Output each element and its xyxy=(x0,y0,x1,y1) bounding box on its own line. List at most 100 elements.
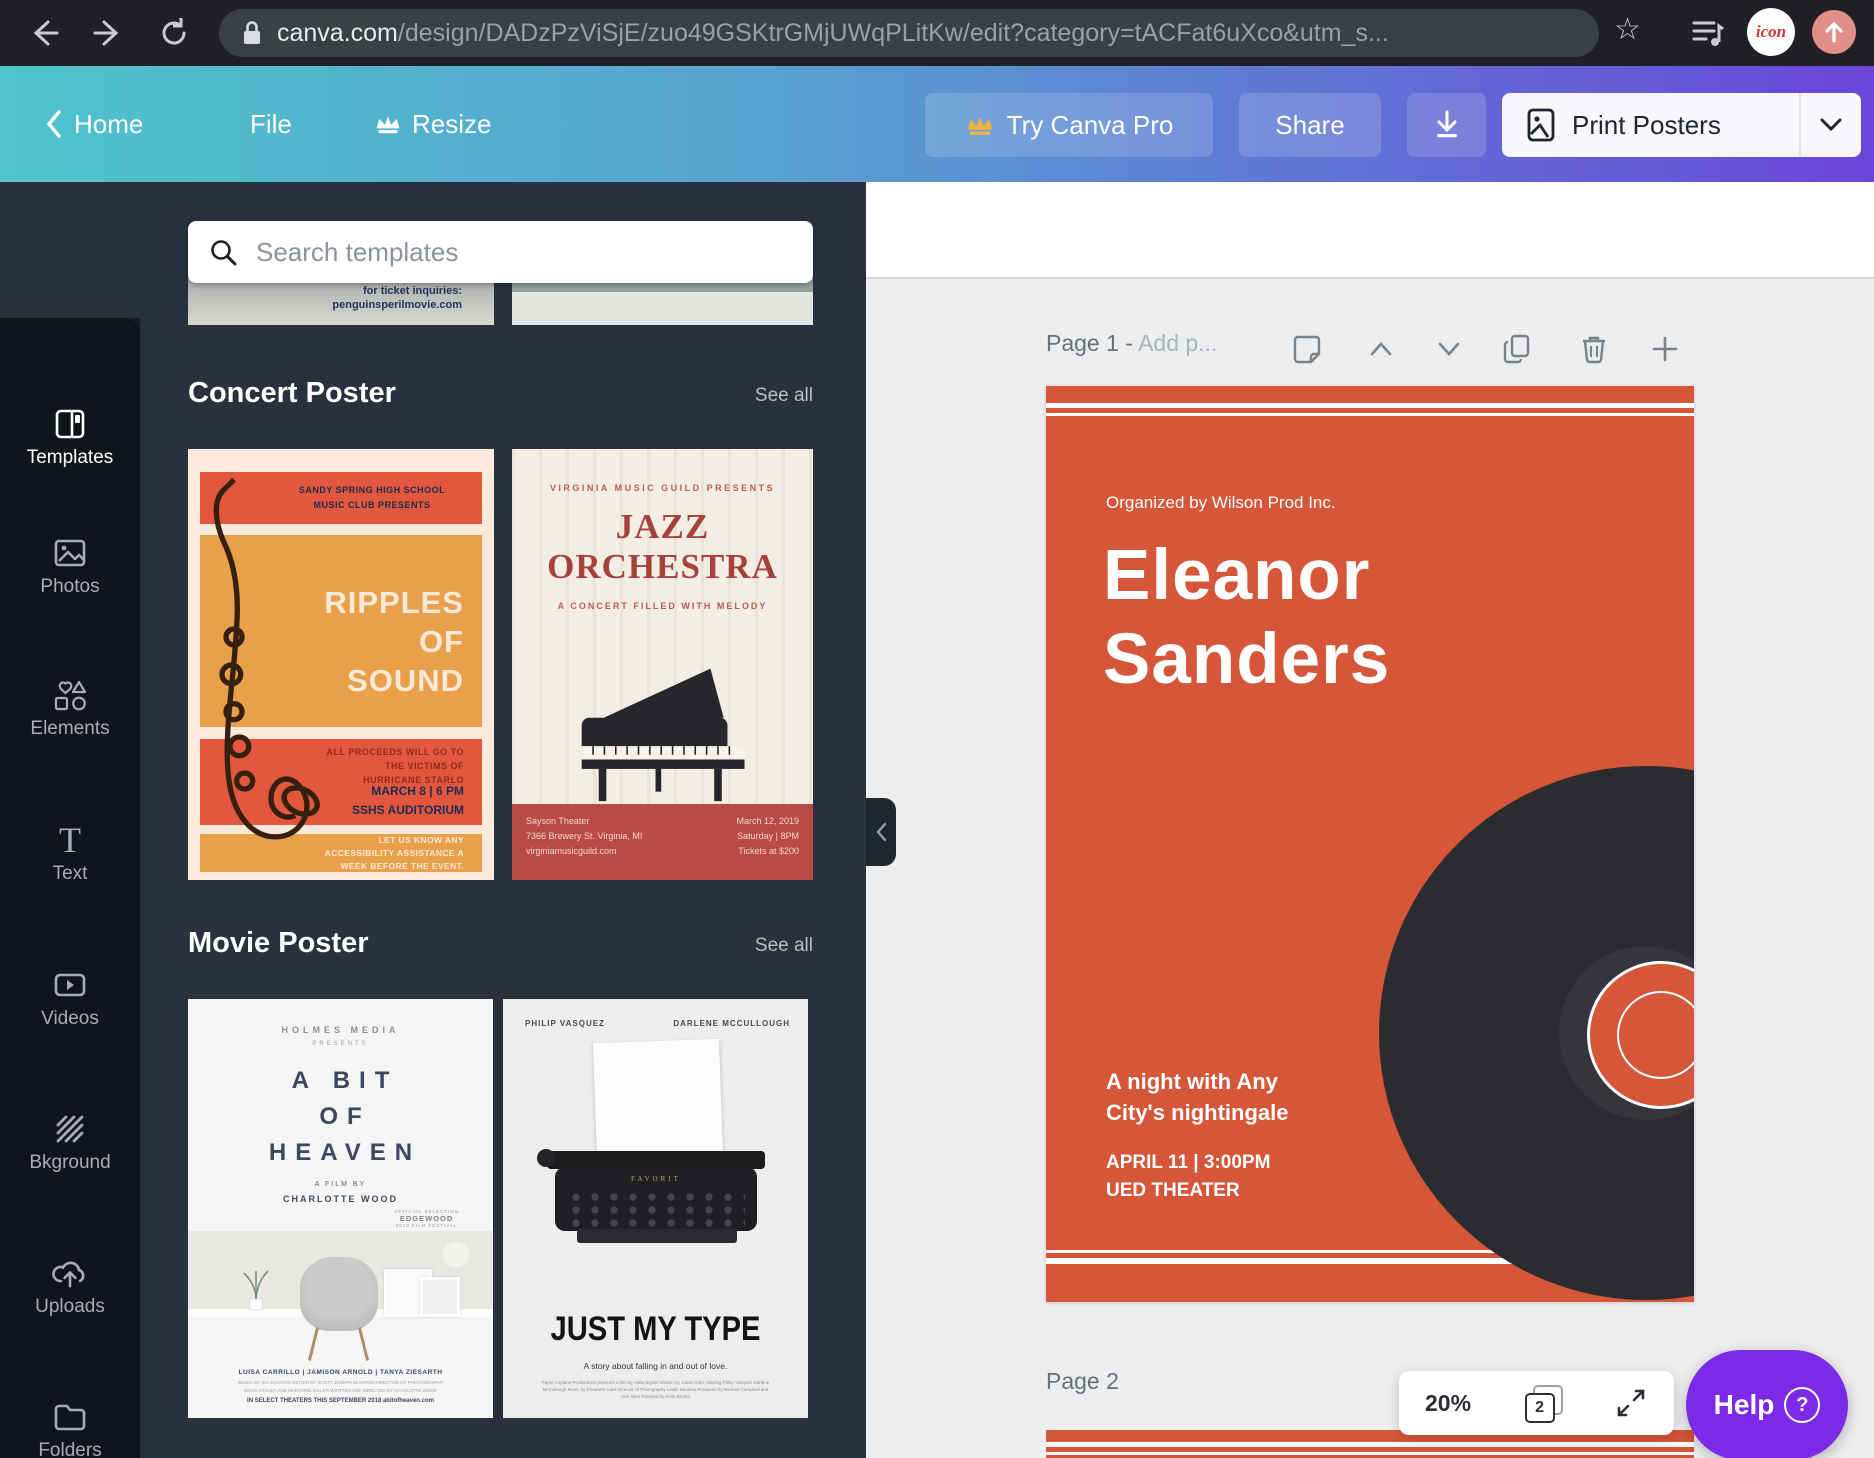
poster-line xyxy=(1046,413,1694,416)
folders-icon xyxy=(0,1398,140,1436)
back-icon[interactable] xyxy=(24,14,62,52)
reload-icon[interactable] xyxy=(155,14,193,52)
move-page-up-icon[interactable] xyxy=(1364,332,1398,366)
type-credits: Paper Airplane Productions presents a fi… xyxy=(539,1379,772,1400)
lock-icon xyxy=(241,19,263,47)
chevron-down-icon[interactable] xyxy=(1819,117,1843,133)
poster-sub-line2: City's nightingale xyxy=(1106,1097,1288,1128)
try-canva-pro-button[interactable]: Try Canva Pro xyxy=(925,93,1213,157)
jazz-tagline: A CONCERT FILLED WITH MELODY xyxy=(512,601,813,611)
page1-header: Page 1 - Add p... xyxy=(1046,330,1217,357)
poster-date: APRIL 11 | 3:00PM xyxy=(1106,1149,1270,1177)
sidebar-item-templates[interactable]: Templates xyxy=(0,405,140,475)
piano-illustration xyxy=(560,661,770,803)
rail-label: Videos xyxy=(0,1008,140,1030)
profile-avatar[interactable]: icon xyxy=(1747,8,1795,56)
heaven-laurel-badge: OFFICIAL SELECTION EDGEWOOD 2018 FILM FE… xyxy=(394,1209,459,1228)
playlist-extension-icon[interactable] xyxy=(1688,14,1728,52)
sidebar-item-elements[interactable]: Elements xyxy=(0,676,140,746)
template-a-bit-of-heaven[interactable]: HOLMES MEDIA PRESENTS A BIT OF HEAVEN A … xyxy=(188,999,493,1418)
print-posters-button[interactable]: Print Posters xyxy=(1502,93,1861,157)
plant-sprig xyxy=(236,1265,276,1311)
page1-title-placeholder[interactable]: Add p... xyxy=(1138,330,1217,356)
page-manager-icon[interactable]: 2 xyxy=(1523,1383,1563,1423)
type-actor-2: DARLENE MCCULLOUGH xyxy=(673,1019,790,1028)
sidebar-item-background[interactable]: Bkground xyxy=(0,1110,140,1180)
canva-editor-screen: canva.com/design/DADzPzViSjE/zuo49GSKtrG… xyxy=(0,0,1874,1458)
zoom-level[interactable]: 20% xyxy=(1425,1390,1471,1417)
poster-name-line1: Eleanor xyxy=(1103,534,1390,618)
rail-label: Folders xyxy=(0,1440,140,1458)
text-icon: T xyxy=(0,821,140,859)
rail-label: Templates xyxy=(0,447,140,469)
section-title-movie: Movie Poster xyxy=(188,927,369,960)
poster-venue: UED THEATER xyxy=(1106,1177,1270,1205)
view-controls: 20% 2 xyxy=(1399,1371,1674,1435)
page-notes-icon[interactable] xyxy=(1290,332,1324,366)
forward-icon[interactable] xyxy=(90,14,128,52)
heaven-director: CHARLOTTE WOOD xyxy=(188,1194,493,1204)
sidebar-item-videos[interactable]: Videos xyxy=(0,966,140,1036)
object-panel-rail: Templates Photos Elements T Text Videos … xyxy=(0,182,140,1458)
rail-label: Elements xyxy=(0,718,140,740)
move-page-down-icon[interactable] xyxy=(1432,332,1466,366)
chair-shell xyxy=(300,1257,378,1331)
see-all-concert[interactable]: See all xyxy=(755,385,813,407)
browser-update-icon[interactable] xyxy=(1812,10,1856,54)
avatar-text: icon xyxy=(1756,22,1786,42)
fullscreen-icon[interactable] xyxy=(1614,1386,1648,1420)
search-input[interactable] xyxy=(254,236,793,269)
canvas-toolbar-strip xyxy=(866,182,1874,279)
delete-page-icon[interactable] xyxy=(1577,332,1611,366)
heaven-title-2: OF xyxy=(197,1103,493,1131)
resize-menu[interactable]: Resize xyxy=(374,66,491,182)
url-bar[interactable]: canva.com/design/DADzPzViSjE/zuo49GSKtrG… xyxy=(219,9,1599,57)
template-just-my-type[interactable]: PHILIP VASQUEZ DARLENE MCCULLOUGH FAVORI… xyxy=(503,999,808,1418)
download-button[interactable] xyxy=(1407,93,1486,157)
sidebar-item-text[interactable]: T Text xyxy=(0,821,140,891)
help-button[interactable]: Help ? xyxy=(1686,1350,1848,1458)
saxophone-illustration xyxy=(188,477,320,877)
videos-icon xyxy=(0,966,140,1004)
panel-collapse-tab[interactable] xyxy=(866,798,896,866)
url-domain: canva.com xyxy=(277,19,398,47)
typewriter-brand: FAVORIT xyxy=(555,1175,757,1183)
help-question-icon: ? xyxy=(1784,1387,1820,1423)
heaven-cast: LUISA CARRILLO | JAMISON ARNOLD | TANYA … xyxy=(188,1369,493,1376)
poster-organizer: Organized by Wilson Prod Inc. xyxy=(1106,493,1336,513)
crown-gold-icon xyxy=(965,112,995,138)
page-count: 2 xyxy=(1535,1399,1544,1417)
type-actor-1: PHILIP VASQUEZ xyxy=(525,1019,605,1028)
bookmark-star-icon[interactable]: ☆ xyxy=(1614,12,1641,47)
search-box xyxy=(188,221,813,283)
template-jazz-orchestra[interactable]: VIRGINIA MUSIC GUILD PRESENTS JAZZ ORCHE… xyxy=(512,449,813,880)
design-page-1[interactable]: Organized by Wilson Prod Inc. Eleanor Sa… xyxy=(1046,386,1694,1302)
sidebar-item-folders[interactable]: Folders xyxy=(0,1398,140,1458)
uploads-icon xyxy=(0,1254,140,1292)
sidebar-item-uploads[interactable]: Uploads xyxy=(0,1254,140,1324)
duplicate-page-icon[interactable] xyxy=(1501,332,1535,366)
poster-name-line2: Sanders xyxy=(1103,618,1390,702)
peek-line2: penguinsperilmovie.com xyxy=(332,298,462,312)
crown-icon xyxy=(374,112,402,136)
template-thumb-partial-2[interactable] xyxy=(512,278,813,325)
see-all-movie[interactable]: See all xyxy=(755,935,813,957)
add-page-icon[interactable] xyxy=(1648,332,1682,366)
poster-image-icon xyxy=(1526,106,1556,144)
poster-line xyxy=(1046,1442,1694,1447)
url-path: /design/DADzPzViSjE/zuo49GSKtrGMjUWqPLit… xyxy=(398,19,1389,47)
sidebar-item-photos[interactable]: Photos xyxy=(0,534,140,604)
download-icon xyxy=(1432,109,1462,141)
file-menu[interactable]: File xyxy=(250,66,292,182)
share-button[interactable]: Share xyxy=(1239,93,1381,157)
template-ripples-of-sound[interactable]: SANDY SPRING HIGH SCHOOL MUSIC CLUB PRES… xyxy=(188,449,494,880)
try-pro-label: Try Canva Pro xyxy=(1007,110,1174,141)
share-label: Share xyxy=(1275,110,1344,141)
photos-icon xyxy=(0,534,140,572)
background-icon xyxy=(0,1110,140,1148)
template-thumb-partial-1[interactable]: for ticket inquiries: penguinsperilmovie… xyxy=(188,278,494,325)
peek-line1: for ticket inquiries: xyxy=(332,284,462,298)
poster-line xyxy=(1046,1452,1694,1455)
heaven-presents: PRESENTS xyxy=(188,1041,493,1047)
home-menu[interactable]: Home xyxy=(44,66,143,182)
